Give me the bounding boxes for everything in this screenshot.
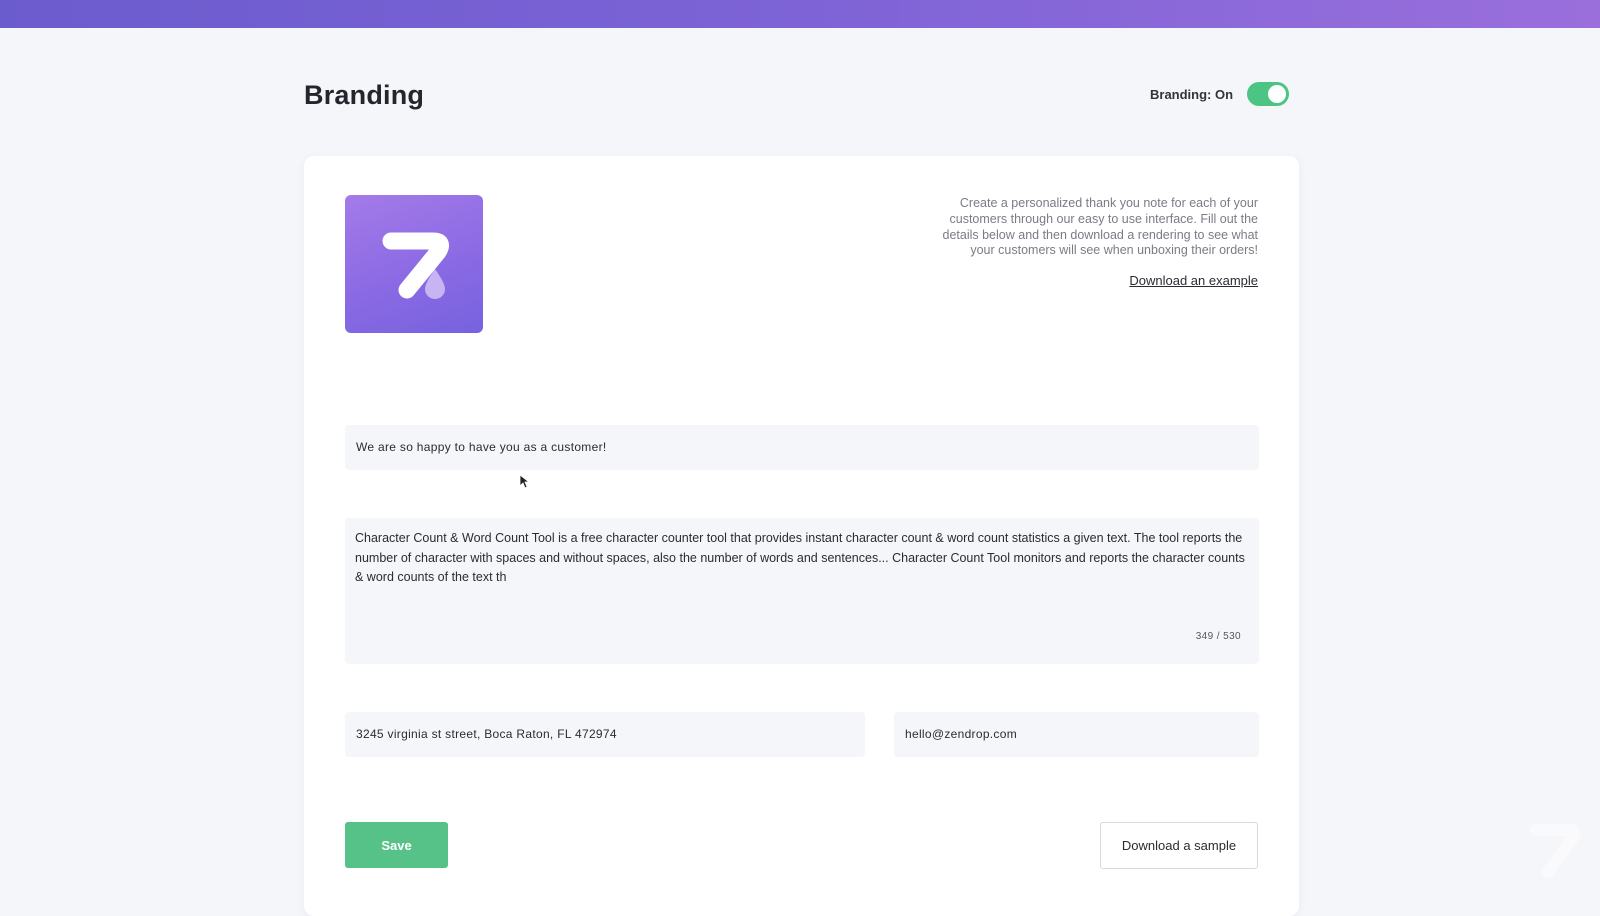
zendrop-watermark-icon — [1530, 824, 1581, 878]
toggle-knob — [1268, 85, 1287, 103]
zendrop-logo-icon[interactable] — [345, 195, 483, 333]
download-example-link[interactable]: Download an example — [1129, 273, 1258, 288]
headline-input[interactable]: We are so happy to have you as a custome… — [345, 425, 1259, 470]
mouse-cursor-icon — [520, 475, 530, 489]
character-counter: 349 / 530 — [1195, 630, 1241, 642]
download-sample-button[interactable]: Download a sample — [1100, 822, 1258, 869]
message-textarea[interactable]: Character Count & Word Count Tool is a f… — [345, 518, 1259, 664]
branding-toggle-label: Branding: On — [1150, 86, 1234, 102]
email-input[interactable]: hello@zendrop.com — [894, 712, 1259, 757]
branding-toggle-group: Branding: On — [1150, 82, 1290, 106]
branding-card: Create a personalized thank you note for… — [304, 156, 1299, 916]
logo-glyph — [382, 232, 449, 299]
message-text: Character Count & Word Count Tool is a f… — [355, 531, 1245, 584]
save-button[interactable]: Save — [345, 822, 448, 868]
top-gradient-bar — [0, 0, 1600, 28]
intro-description: Create a personalized thank you note for… — [942, 196, 1259, 258]
branding-toggle[interactable] — [1247, 82, 1290, 106]
page-title: Branding — [304, 80, 425, 110]
address-input[interactable]: 3245 virginia st street, Boca Raton, FL … — [345, 712, 865, 757]
